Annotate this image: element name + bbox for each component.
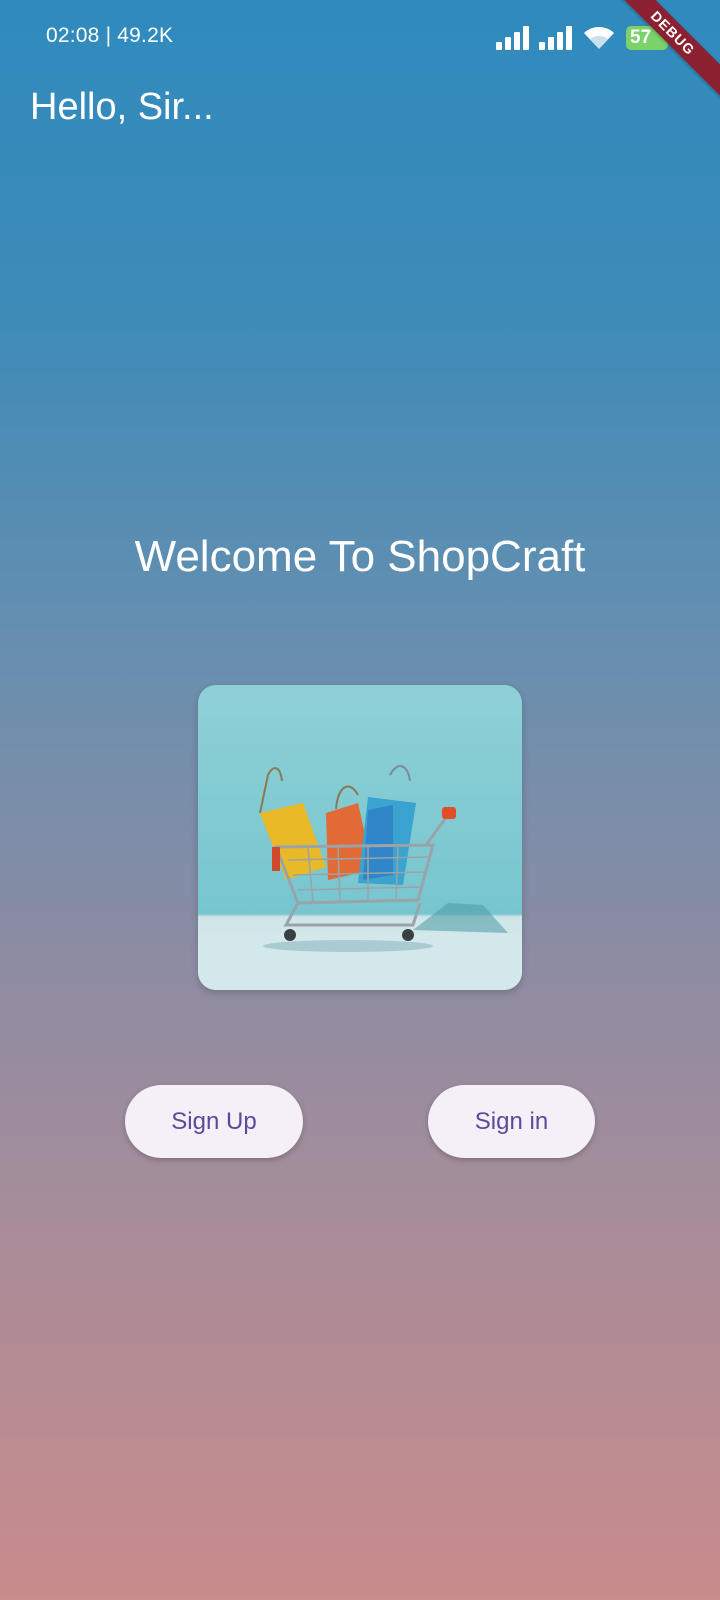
status-bar: 02:08 | 49.2K 57 (0, 0, 720, 80)
greeting-title: Hello, Sir... (30, 86, 214, 128)
hero-image (198, 685, 522, 990)
signal-icon (539, 26, 572, 50)
shopping-cart-icon (198, 765, 522, 990)
status-icons: 57 (496, 24, 672, 52)
signal-icon (496, 26, 529, 50)
sign-up-button[interactable]: Sign Up (125, 1085, 303, 1158)
welcome-title: Welcome To ShopCraft (134, 532, 586, 581)
status-time-speed: 02:08 | 49.2K (46, 24, 174, 47)
battery-level: 57 (630, 27, 652, 48)
sign-in-button[interactable]: Sign in (428, 1085, 595, 1158)
wifi-icon (584, 27, 614, 49)
battery-icon: 57 (626, 26, 672, 50)
